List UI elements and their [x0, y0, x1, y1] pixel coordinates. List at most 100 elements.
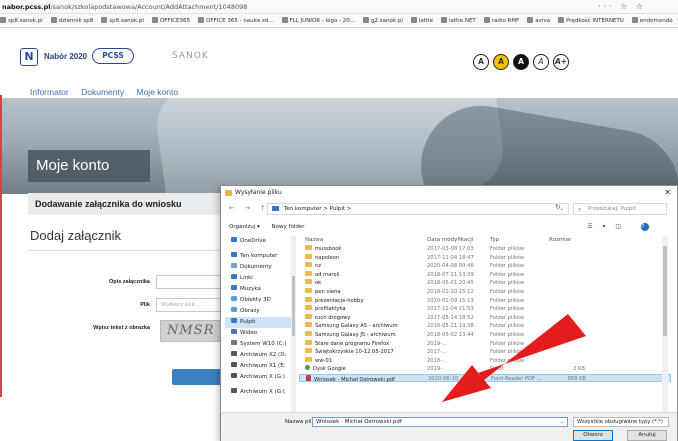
- tree-item-icon: [231, 252, 237, 257]
- file-name: Świętokrzyskie 10-12.05-2017: [315, 349, 394, 356]
- tree-item-icon: [231, 362, 237, 367]
- bookmark-item[interactable]: g2.sanok.pl: [363, 17, 403, 24]
- file-date: 2018-05-21 19:38: [427, 323, 474, 330]
- file-date: 2018-07-21 13:39: [427, 271, 474, 278]
- tree-item[interactable]: Muzyka: [225, 284, 291, 295]
- bookmark-item[interactable]: lattie: [410, 17, 433, 24]
- tree-item[interactable]: Archiwum X (G:): [225, 372, 291, 383]
- nav-dokumenty[interactable]: Dokumenty: [81, 87, 124, 97]
- chevron-down-icon[interactable]: ⌄: [559, 418, 564, 426]
- nav-informator[interactable]: Informator: [30, 87, 69, 97]
- scrollbar-thumb[interactable]: [663, 246, 667, 336]
- column-header-date[interactable]: Data modyfikacji: [427, 236, 473, 245]
- tree-item[interactable]: Archiwum X2 (D:: [225, 350, 291, 361]
- browser-toolbar-icons[interactable]: ··· ☆ ☆: [598, 0, 646, 13]
- description-input[interactable]: [156, 275, 226, 289]
- city-name: SANOK: [172, 51, 209, 61]
- close-icon[interactable]: ✕: [664, 186, 671, 200]
- bookmark-item[interactable]: OFFICE 365 - nauka zd...: [198, 17, 274, 24]
- url-bar[interactable]: nabor.pcss.pl/sanok/szkolapodstawowa/Acc…: [0, 0, 678, 14]
- organize-button[interactable]: Organizuj ▾: [229, 224, 260, 230]
- site-logo[interactable]: N: [20, 48, 38, 66]
- search-input[interactable]: ⌕ Przeszukaj: Pulpit: [573, 203, 667, 215]
- tree-item[interactable]: Linki: [225, 273, 291, 284]
- accessibility-contrast-yellow[interactable]: A: [493, 54, 509, 70]
- filetype-select[interactable]: Wszystkie obsługiwane typy (*.*): [573, 417, 669, 427]
- accessibility-font-larger[interactable]: A+: [553, 54, 569, 70]
- address-bar[interactable]: Ten komputer > Pulpit > ⌄: [267, 203, 569, 215]
- tree-item[interactable]: Dokumenty: [225, 262, 291, 273]
- file-name-cell: ruch drogowy: [305, 313, 425, 322]
- file-row[interactable]: mussbook 2017-03-08 17:03 Folder plików: [299, 245, 671, 253]
- tree-item[interactable]: System W10 (C:): [225, 339, 291, 350]
- folder-icon: [225, 190, 232, 196]
- file-input[interactable]: Wybierz plik...: [156, 298, 226, 312]
- file-type: Folder plików: [490, 280, 525, 287]
- bookmark-item[interactable]: radio RMF: [483, 17, 519, 24]
- file-row[interactable]: Świętokrzyskie 10-12.05-2017 2017-... Fold…: [299, 348, 671, 356]
- tree-item[interactable]: Obiekty 3D: [225, 295, 291, 306]
- file-row[interactable]: ok 2018-05-01 20:45 Folder plików: [299, 279, 671, 287]
- file-row[interactable]: pen viena 2018-01-10 15:12 Folder plików: [299, 288, 671, 296]
- tree-item[interactable]: Archiwum X (G:\: [225, 387, 291, 398]
- bookmark-item[interactable]: lattie.NET: [440, 17, 476, 24]
- file-row[interactable]: ww-01 2018-... Folder plików: [299, 356, 671, 365]
- open-button[interactable]: Otwórz: [573, 430, 613, 441]
- computer-icon: [272, 206, 279, 211]
- file-name: prezentacje-hobby: [315, 297, 364, 304]
- bookmark-item[interactable]: endomondo: [631, 17, 673, 24]
- bookmark-item[interactable]: dziennik sp8: [50, 17, 93, 24]
- column-header-type[interactable]: Typ: [490, 236, 499, 245]
- navigation-arrows-icon[interactable]: ← → ↑: [229, 204, 269, 212]
- file-name: Dysk Google: [313, 366, 346, 373]
- file-row[interactable]: ruch drogowy 2017-05-14 18:52 Folder plikó…: [299, 313, 671, 322]
- bookmark-item[interactable]: OFFICE365: [151, 17, 190, 24]
- column-header-name[interactable]: Nazwa: [305, 236, 323, 245]
- tree-item[interactable]: Archiwum X1 (E:: [225, 361, 291, 372]
- scrollbar-thumb[interactable]: [292, 276, 295, 336]
- file-date: 2018-05-02 13:44: [427, 332, 474, 338]
- help-icon[interactable]: ?: [641, 223, 649, 231]
- accessibility-contrast-default[interactable]: A: [473, 54, 489, 70]
- accessibility-contrast-dark[interactable]: A: [513, 54, 529, 70]
- file-row[interactable]: nz 2020-04-08 09:46 Folder plików: [299, 262, 671, 270]
- tree-item-label: Ten komputer: [240, 253, 278, 259]
- tree-item[interactable]: Wideo: [225, 328, 291, 339]
- file-row[interactable]: Wniosek - Michał Ostrowski.pdf 2020-06-10…: [299, 374, 671, 383]
- file-row[interactable]: od maroli 2018-07-21 13:39 Folder plików: [299, 270, 671, 279]
- file-row[interactable]: napoleon 2017-11-04 18:47 Folder plików: [299, 253, 671, 262]
- bookmark-label: OFFICE365: [159, 18, 190, 24]
- nav-moje-konto[interactable]: Moje konto: [137, 87, 179, 97]
- bookmark-item[interactable]: Prędkość INTERNETU: [558, 17, 624, 24]
- column-header-size[interactable]: Rozmiar: [549, 236, 571, 245]
- view-options-icon[interactable]: ☰ ▾ ◫ ?: [587, 220, 659, 234]
- file-type: Folder plików: [490, 289, 525, 295]
- file-row[interactable]: Dysk Google 2019-... Skrót 2 KB: [299, 365, 671, 373]
- bookmark-item[interactable]: FLL JUNIOR - lego - 20...: [281, 17, 355, 24]
- file-row[interactable]: Stare dane programu Firefox 2019-... Folde…: [299, 339, 671, 348]
- accessibility-font-normal[interactable]: A: [533, 54, 549, 70]
- refresh-icon[interactable]: ↻: [555, 203, 561, 211]
- bookmark-item[interactable]: aviva: [527, 17, 550, 24]
- file-row[interactable]: prezentacje-hobby 2020-01-09 15:13 Folder …: [299, 296, 671, 305]
- tree-item[interactable]: Obrazy: [225, 306, 291, 317]
- view-icons[interactable]: ☰ ▾ ◫: [587, 223, 625, 230]
- tree-scrollbar[interactable]: [291, 236, 296, 412]
- bookmark-item[interactable]: sp8.sanok.pl: [101, 17, 144, 24]
- submit-button[interactable]: [172, 369, 226, 385]
- tree-item[interactable]: OneDrive: [225, 236, 291, 247]
- new-folder-button[interactable]: Nowy folder: [272, 224, 305, 230]
- file-row[interactable]: Samsung Galaxy J5 - archiwum 2018-05-02 1…: [299, 331, 671, 339]
- tree-item[interactable]: Ten komputer: [225, 251, 291, 262]
- address-path: Ten komputer > Pulpit >: [284, 206, 352, 212]
- file-name: Samsung Galaxy J5 - archiwum: [315, 332, 396, 338]
- tree-item[interactable]: Pulpit: [225, 317, 291, 328]
- file-row[interactable]: Samsung Galaxy A5 - archiwum 2018-05-21 1…: [299, 322, 671, 330]
- tree-item-icon: [231, 373, 237, 378]
- bookmark-item[interactable]: sp8.sanok.pl: [0, 17, 43, 24]
- filename-input[interactable]: Wniosek - Michał Ostrowski.pdf ⌄: [312, 417, 568, 427]
- file-list-scrollbar[interactable]: [662, 236, 668, 412]
- file-date: 2020-01-09 15:13: [427, 297, 474, 304]
- file-row[interactable]: profilaktyka 2017-11-04 21:53 Folder plikó…: [299, 305, 671, 313]
- cancel-button[interactable]: Anuluj: [627, 430, 667, 441]
